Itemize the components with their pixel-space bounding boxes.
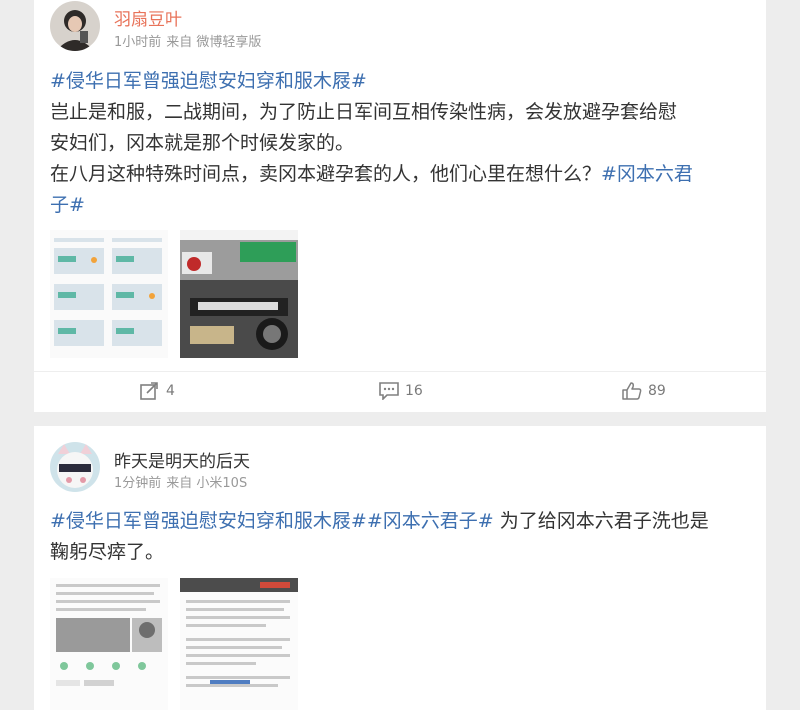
post-text-line: 岂止是和服，二战期间，为了防止日军间互相传染性病，会发放避孕套给慰 xyxy=(50,101,678,123)
post-image[interactable] xyxy=(50,230,168,358)
post-text-line: 安妇们，冈本就是那个时候发家的。 xyxy=(50,132,355,154)
post-card: 羽扇豆叶 1小时前 来自 微博轻享版 #侵华日军曾强迫慰安妇穿和服木屐# 岂止是和… xyxy=(34,0,766,412)
username[interactable]: 昨天是明天的后天 xyxy=(114,447,250,472)
comment-count: 16 xyxy=(405,383,423,399)
post-image[interactable] xyxy=(50,578,168,710)
hashtag-link[interactable]: #侵华日军曾强迫慰安妇穿和服木屐# xyxy=(50,70,367,92)
like-icon xyxy=(622,382,642,400)
repost-count: 4 xyxy=(166,383,175,399)
post-time[interactable]: 1分钟前 xyxy=(114,476,161,491)
avatar[interactable] xyxy=(50,1,100,51)
post-time[interactable]: 1小时前 xyxy=(114,35,161,50)
post-text-line: 在八月这种特殊时间点，卖冈本避孕套的人，他们心里在想什么？ xyxy=(50,163,602,185)
post-image[interactable] xyxy=(180,230,298,358)
post-source: 来自 小米10S xyxy=(166,476,248,491)
comment-button[interactable]: 16 xyxy=(379,382,423,400)
hashtag-link[interactable]: #冈本六君 xyxy=(601,163,693,185)
post-meta: 1分钟前 来自 小米10S xyxy=(114,472,252,491)
avatar[interactable] xyxy=(50,442,100,492)
post-card: 昨天是明天的后天 1分钟前 来自 小米10S #侵华日军曾强迫慰安妇穿和服木屐##… xyxy=(34,426,766,710)
post-body: #侵华日军曾强迫慰安妇穿和服木屐##冈本六君子# 为了给冈本六君子洗也是 鞠躬尽… xyxy=(50,506,750,568)
like-count: 89 xyxy=(648,383,666,399)
username[interactable]: 羽扇豆叶 xyxy=(114,5,182,30)
post-meta: 1小时前 来自 微博轻享版 xyxy=(114,31,266,50)
post-text-line: 为了给冈本六君子洗也是 xyxy=(493,510,709,532)
repost-button[interactable]: 4 xyxy=(140,382,175,400)
post-text-line: 鞠躬尽瘁了。 xyxy=(50,541,165,563)
post-source: 来自 微博轻享版 xyxy=(166,35,262,50)
post-action-bar: 4 16 89 xyxy=(34,371,766,411)
comment-icon xyxy=(379,382,399,400)
post-body: #侵华日军曾强迫慰安妇穿和服木屐# 岂止是和服，二战期间，为了防止日军间互相传染… xyxy=(50,66,750,221)
hashtag-link[interactable]: 子# xyxy=(50,194,85,216)
hashtag-link[interactable]: #侵华日军曾强迫慰安妇穿和服木屐# xyxy=(50,510,367,532)
repost-icon xyxy=(140,382,158,400)
hashtag-link[interactable]: #冈本六君子# xyxy=(367,510,494,532)
post-image[interactable] xyxy=(180,578,298,710)
like-button[interactable]: 89 xyxy=(622,382,666,400)
